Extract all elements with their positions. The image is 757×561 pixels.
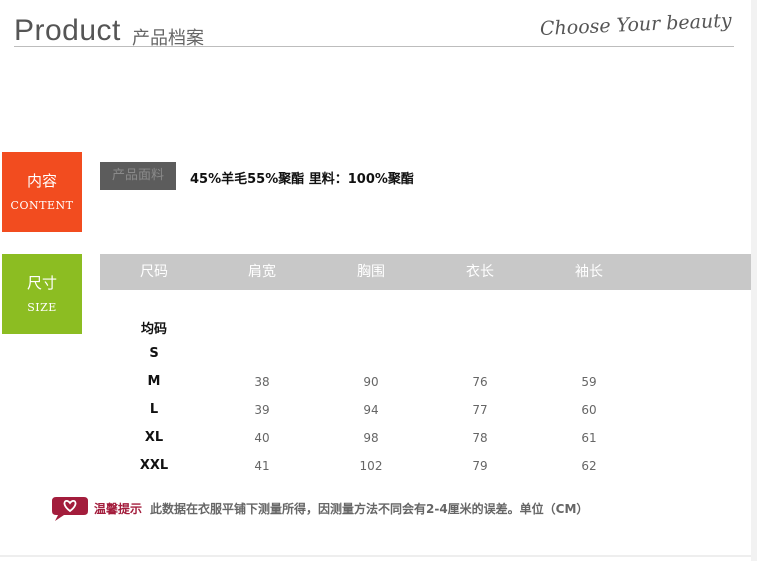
table-cell-sleeve: 62 — [581, 459, 597, 473]
size-tag-en: SIZE — [27, 301, 57, 314]
table-cell-sleeve: 61 — [581, 431, 597, 445]
bottom-divider — [0, 555, 751, 557]
table-cell-size: L — [149, 402, 159, 417]
content-tag-en: CONTENT — [10, 199, 74, 212]
table-cell-sleeve: 59 — [581, 375, 597, 389]
table-cell-length: 76 — [472, 375, 488, 389]
col-header-sleeve: 袖长 — [575, 264, 603, 280]
page-title: Product — [14, 14, 121, 47]
slogan: Choose Your beauty — [539, 9, 733, 40]
content-tag: 内容 CONTENT — [2, 152, 82, 232]
table-cell-chest: 98 — [363, 431, 379, 445]
table-cell-size: S — [149, 346, 159, 361]
size-tag-cn: 尺寸 — [26, 274, 57, 292]
col-header-shoulder: 肩宽 — [248, 264, 276, 280]
table-cell-shoulder: 38 — [254, 375, 270, 389]
table-cell-chest: 90 — [363, 375, 379, 389]
table-cell-length: 79 — [472, 459, 488, 473]
table-cell-shoulder: 40 — [254, 431, 270, 445]
table-cell-size: M — [147, 374, 161, 389]
table-cell-shoulder: 39 — [254, 403, 270, 417]
size-table-header: 尺码 肩宽 胸围 衣长 袖长 — [100, 254, 751, 290]
tip-title: 温馨提示 — [94, 502, 143, 516]
header-divider — [14, 46, 734, 47]
table-cell-sleeve: 60 — [581, 403, 597, 417]
table-cell-shoulder: 41 — [254, 459, 270, 473]
col-header-size: 尺码 — [140, 264, 168, 280]
table-cell-size: XL — [144, 430, 164, 445]
right-edge-strip — [751, 0, 757, 561]
content-tag-cn: 内容 — [26, 172, 57, 190]
size-group-label: 均码 — [140, 322, 167, 337]
table-cell-length: 77 — [472, 403, 488, 417]
table-cell-chest: 94 — [363, 403, 379, 417]
table-cell-chest: 102 — [359, 459, 383, 473]
size-tag: 尺寸 SIZE — [2, 254, 82, 334]
col-header-chest: 胸围 — [357, 264, 385, 280]
tip-text: 此数据在衣服平铺下测量所得，因测量方法不同会有2-4厘米的误差。单位（CM） — [150, 502, 589, 516]
col-header-length: 衣长 — [466, 264, 494, 280]
heart-speech-icon — [50, 494, 90, 522]
fabric-value: 45%羊毛55%聚酯 里料：100%聚酯 — [190, 172, 414, 187]
fabric-label: 产品面料 — [100, 162, 176, 190]
table-cell-length: 78 — [472, 431, 488, 445]
table-cell-size: XXL — [139, 458, 169, 473]
